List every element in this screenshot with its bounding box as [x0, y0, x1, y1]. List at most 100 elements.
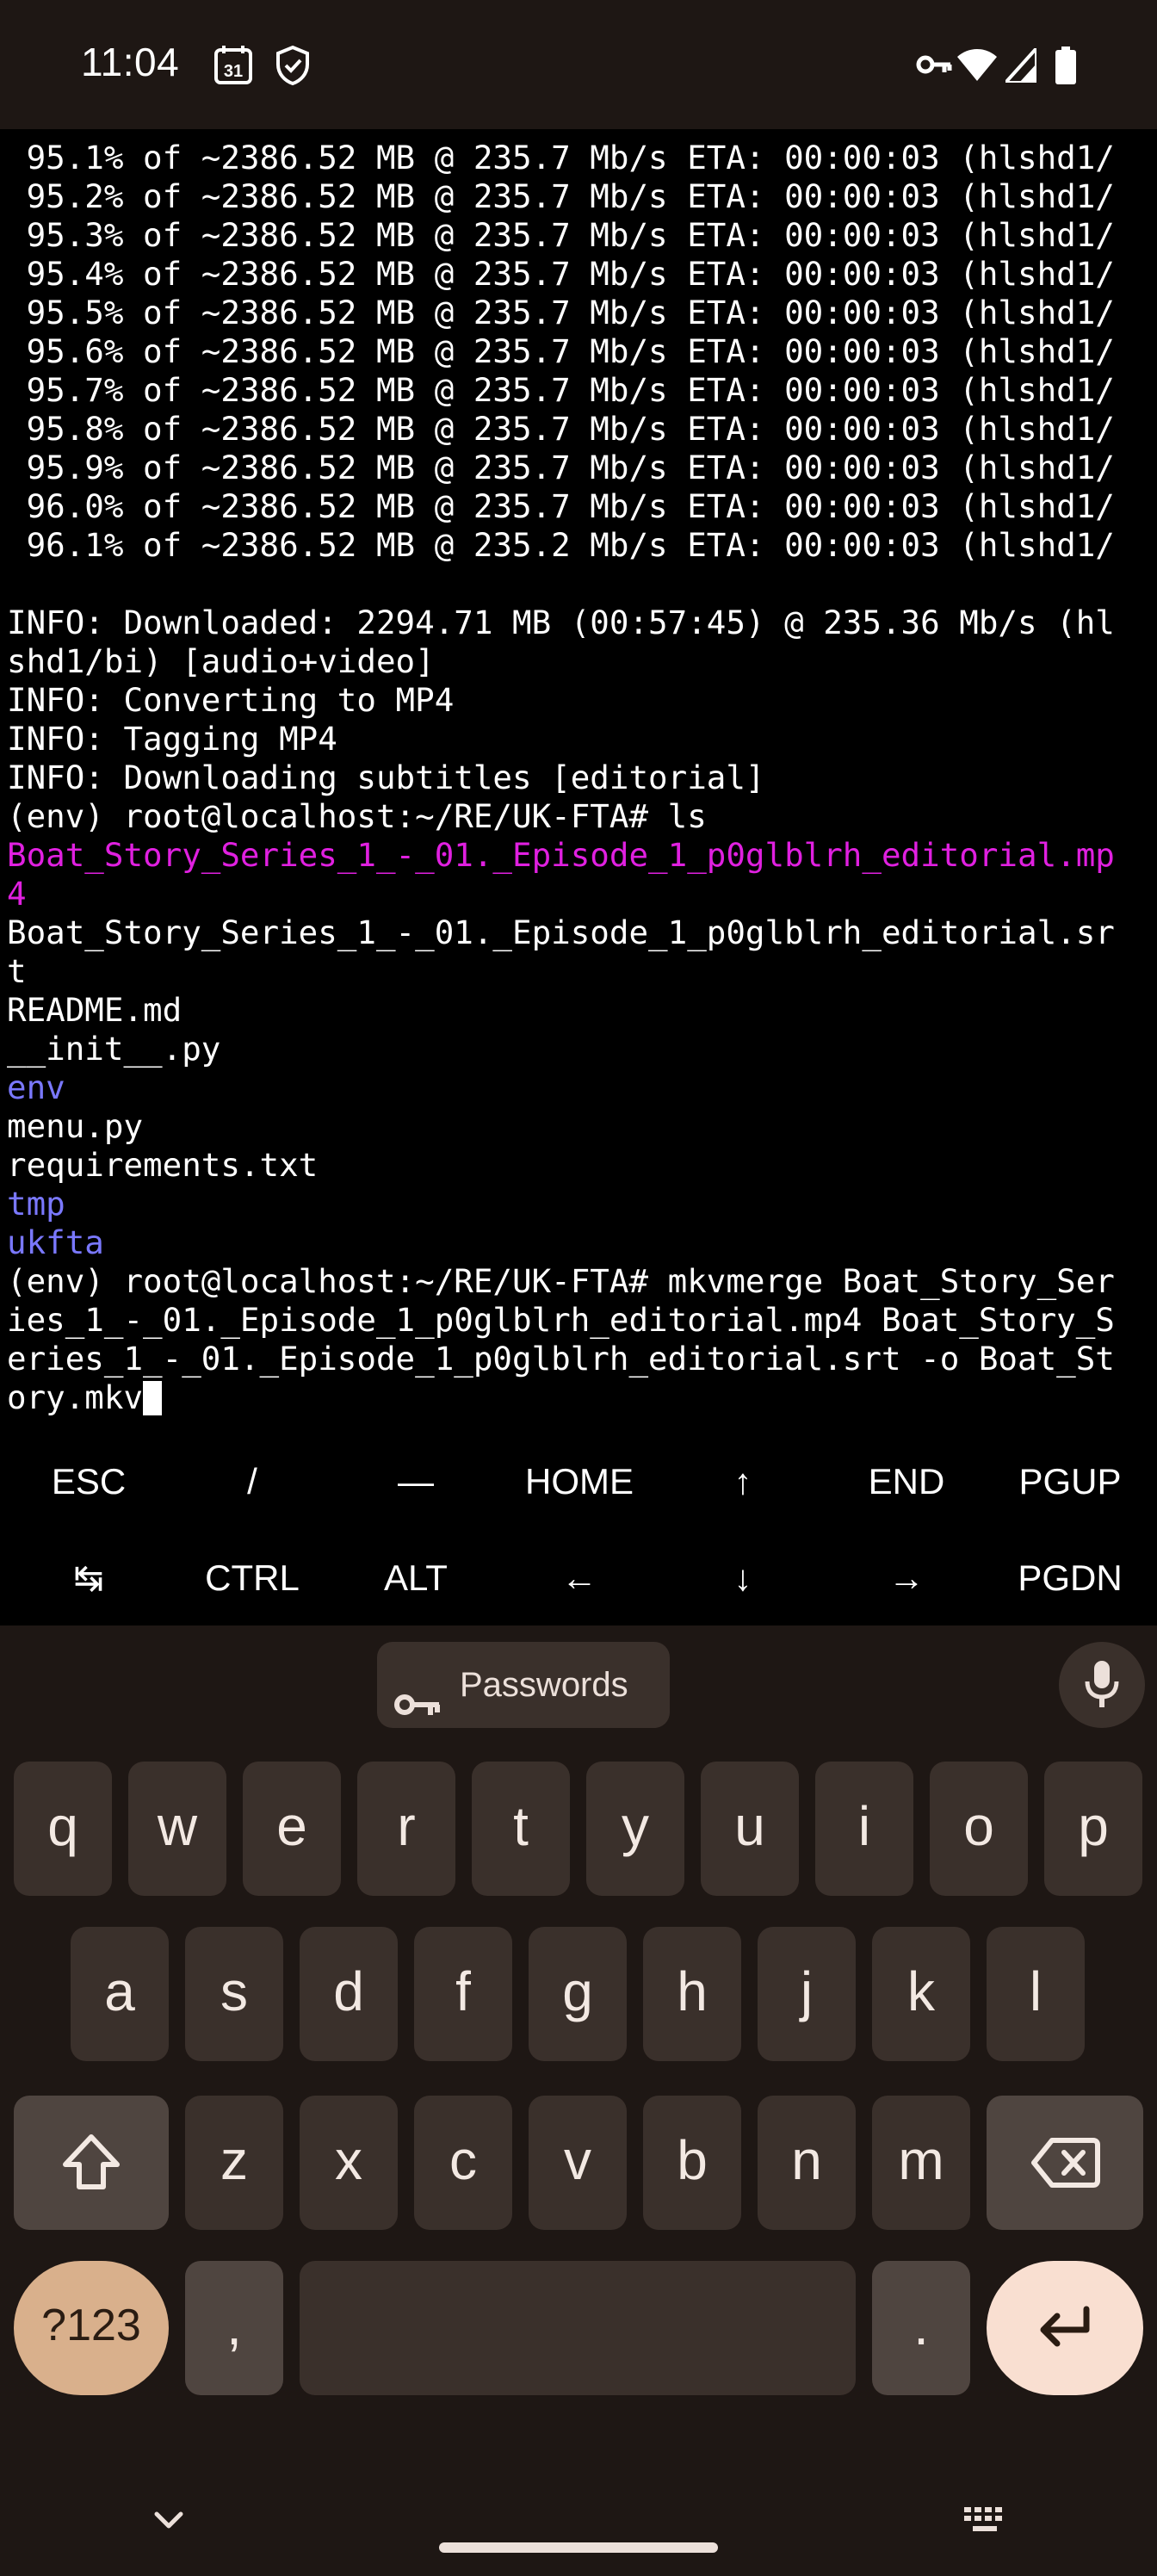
status-bar: 11:04 31: [0, 0, 1157, 129]
key-d[interactable]: d: [300, 1927, 398, 2061]
key-l[interactable]: l: [987, 1927, 1085, 2061]
key-n[interactable]: n: [758, 2096, 856, 2230]
progress-line: 95.3% of ~2386.52 MB @ 235.7 Mb/s ETA: 0…: [7, 216, 1115, 254]
ls-entry-file: requirements.txt: [7, 1146, 319, 1184]
key-o[interactable]: o: [930, 1762, 1028, 1896]
terminal-cursor: [143, 1381, 163, 1415]
progress-line: 96.1% of ~2386.52 MB @ 235.2 Mb/s ETA: 0…: [7, 526, 1115, 564]
extra-key-tab[interactable]: ↹: [7, 1531, 170, 1625]
progress-line: 95.6% of ~2386.52 MB @ 235.7 Mb/s ETA: 0…: [7, 332, 1115, 370]
signal-icon: [1005, 48, 1036, 90]
extra-key-up[interactable]: ↑: [661, 1434, 825, 1529]
key-icon: [393, 1668, 441, 1754]
key-g[interactable]: g: [529, 1927, 627, 2061]
key-y[interactable]: y: [586, 1762, 684, 1896]
key-w[interactable]: w: [128, 1762, 226, 1896]
ls-entry-mp4: 4: [7, 875, 27, 913]
progress-line: 95.9% of ~2386.52 MB @ 235.7 Mb/s ETA: 0…: [7, 449, 1115, 486]
extra-key-home[interactable]: HOME: [498, 1434, 661, 1529]
ls-entry-file: README.md: [7, 991, 183, 1029]
ls-entry-dir: tmp: [7, 1185, 65, 1223]
key-x[interactable]: x: [300, 2096, 398, 2230]
terminal-output[interactable]: 95.1% of ~2386.52 MB @ 235.7 Mb/s ETA: 0…: [0, 129, 1157, 1421]
passwords-suggestion-chip[interactable]: Passwords: [377, 1642, 670, 1728]
command-line-text: ory.mkv: [7, 1378, 144, 1416]
command-line-current[interactable]: ory.mkv: [7, 1378, 163, 1417]
info-line: shd1/bi) [audio+video]: [7, 642, 435, 680]
extra-key-down[interactable]: ↓: [661, 1531, 825, 1625]
info-line: INFO: Downloading subtitles [editorial]: [7, 759, 765, 796]
key-a[interactable]: a: [71, 1927, 169, 2061]
soft-keyboard: Passwords q w e r t y u i o p a s d f g …: [0, 1625, 1157, 2576]
ls-entry-file: t: [7, 952, 27, 990]
command-line: eries_1_-_01._Episode_1_p0glblrh_editori…: [7, 1340, 1115, 1378]
symbols-key[interactable]: ?123: [14, 2261, 169, 2395]
extra-key-pgdn[interactable]: PGDN: [988, 1531, 1152, 1625]
extra-key-esc[interactable]: ESC: [7, 1434, 170, 1529]
space-key[interactable]: [300, 2261, 856, 2395]
progress-line: 95.5% of ~2386.52 MB @ 235.7 Mb/s ETA: 0…: [7, 294, 1115, 331]
extra-key-right[interactable]: →: [825, 1531, 988, 1625]
key-s[interactable]: s: [185, 1927, 283, 2061]
key-v[interactable]: v: [529, 2096, 627, 2230]
backspace-key[interactable]: [987, 2096, 1143, 2230]
key-r[interactable]: r: [357, 1762, 455, 1896]
key-e[interactable]: e: [243, 1762, 341, 1896]
ls-entry-file: menu.py: [7, 1107, 144, 1145]
ls-entry-dir: env: [7, 1068, 65, 1106]
key-f[interactable]: f: [414, 1927, 512, 2061]
extra-key-left[interactable]: ←: [498, 1531, 661, 1625]
key-t[interactable]: t: [472, 1762, 570, 1896]
extra-key-ctrl[interactable]: CTRL: [170, 1531, 334, 1625]
voice-input-button[interactable]: [1059, 1642, 1145, 1728]
hide-keyboard-icon[interactable]: [150, 2507, 188, 2536]
key-u[interactable]: u: [701, 1762, 799, 1896]
enter-icon: [1040, 2306, 1090, 2347]
progress-line: 95.1% of ~2386.52 MB @ 235.7 Mb/s ETA: 0…: [7, 139, 1115, 176]
progress-line: 95.8% of ~2386.52 MB @ 235.7 Mb/s ETA: 0…: [7, 410, 1115, 448]
progress-line: 95.7% of ~2386.52 MB @ 235.7 Mb/s ETA: 0…: [7, 371, 1115, 409]
info-line: INFO: Tagging MP4: [7, 720, 337, 758]
key-z[interactable]: z: [185, 2096, 283, 2230]
keyboard-switcher-icon[interactable]: [962, 2505, 1007, 2540]
ls-entry-file: Boat_Story_Series_1_-_01._Episode_1_p0gl…: [7, 913, 1115, 951]
key-m[interactable]: m: [872, 2096, 970, 2230]
home-gesture-handle[interactable]: [439, 2542, 718, 2553]
navigation-bar: [0, 2480, 1157, 2576]
key-p[interactable]: p: [1044, 1762, 1142, 1896]
ls-entry-dir: ukfta: [7, 1223, 104, 1261]
ls-entry-file: __init__.py: [7, 1030, 221, 1068]
key-h[interactable]: h: [643, 1927, 741, 2061]
extra-key-alt[interactable]: ALT: [334, 1531, 498, 1625]
wifi-icon: [957, 48, 997, 90]
period-key[interactable]: .: [872, 2261, 970, 2395]
status-time: 11:04: [81, 40, 180, 84]
calendar-day: 31: [224, 62, 243, 81]
ls-entry-mp4: Boat_Story_Series_1_-_01._Episode_1_p0gl…: [7, 836, 1115, 874]
enter-key[interactable]: [987, 2261, 1143, 2395]
progress-line: 95.2% of ~2386.52 MB @ 235.7 Mb/s ETA: 0…: [7, 177, 1115, 215]
extra-key-dash[interactable]: —: [334, 1434, 498, 1529]
key-j[interactable]: j: [758, 1927, 856, 2061]
info-line: INFO: Converting to MP4: [7, 681, 455, 719]
shift-key[interactable]: [14, 2096, 169, 2230]
key-b[interactable]: b: [643, 2096, 741, 2230]
shell-prompt-ls: (env) root@localhost:~/RE/UK-FTA# ls: [7, 797, 707, 835]
passwords-label: Passwords: [460, 1666, 628, 1704]
shift-icon: [63, 2134, 120, 2189]
comma-key[interactable]: ,: [185, 2261, 283, 2395]
extra-keys-bar: ESC / — HOME ↑ END PGUP ↹ CTRL ALT ← ↓ →…: [0, 1429, 1157, 1625]
command-line: (env) root@localhost:~/RE/UK-FTA# mkvmer…: [7, 1262, 1115, 1300]
key-i[interactable]: i: [815, 1762, 913, 1896]
shield-icon: [274, 45, 312, 86]
extra-key-end[interactable]: END: [825, 1434, 988, 1529]
command-line: ies_1_-_01._Episode_1_p0glblrh_editorial…: [7, 1301, 1115, 1339]
extra-key-slash[interactable]: /: [170, 1434, 334, 1529]
key-c[interactable]: c: [414, 2096, 512, 2230]
key-k[interactable]: k: [872, 1927, 970, 2061]
info-line: INFO: Downloaded: 2294.71 MB (00:57:45) …: [7, 604, 1115, 641]
key-q[interactable]: q: [14, 1762, 112, 1896]
progress-line: 96.0% of ~2386.52 MB @ 235.7 Mb/s ETA: 0…: [7, 487, 1115, 525]
extra-key-pgup[interactable]: PGUP: [988, 1434, 1152, 1529]
battery-icon: [1055, 46, 1076, 88]
